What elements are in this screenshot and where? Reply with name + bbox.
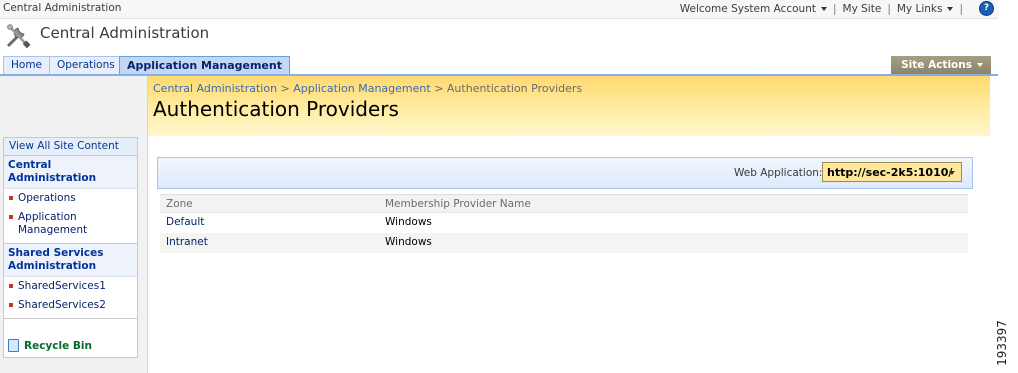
chevron-down-icon [947,6,954,11]
provider-name: Windows [385,236,432,248]
page-title: Authentication Providers [153,97,399,121]
authentication-providers-table: Zone Membership Provider Name Default Wi… [160,194,968,253]
web-application-toolbar: Web Application: http://sec-2k5:1010/ [157,157,973,189]
breadcrumb-current: Authentication Providers [446,82,583,95]
tab-home[interactable]: Home [3,56,51,74]
web-application-label: Web Application: [734,167,823,179]
zone-link[interactable]: Intranet [166,236,208,248]
table-header: Zone Membership Provider Name [160,194,968,213]
figure-id-container: 193397 [994,320,1016,370]
welcome-label: Welcome System Account [679,2,816,15]
chevron-down-icon [949,171,955,175]
nav-item-application-management[interactable]: Application Management [4,208,137,240]
breadcrumb: Central Administration > Application Man… [153,82,582,95]
nav-heading-shared-services[interactable]: Shared Services Administration [4,244,137,277]
quick-launch: View All Site Content Central Administra… [0,76,148,373]
nav-item-sharedservices1[interactable]: SharedServices1 [4,277,137,296]
help-icon[interactable]: ? [979,1,994,16]
site-actions-button[interactable]: Site Actions [891,56,991,74]
view-all-site-content-link[interactable]: View All Site Content [4,138,137,156]
chevron-down-icon [820,6,827,11]
recycle-bin-icon [8,339,19,352]
nav-item-operations[interactable]: Operations [4,189,137,208]
breadcrumb-application-management[interactable]: Application Management [293,82,430,95]
my-site-link[interactable]: My Site [843,3,882,15]
top-bar: Central Administration Welcome System Ac… [0,0,998,19]
provider-name: Windows [385,216,432,228]
nav-item-sharedservices2[interactable]: SharedServices2 [4,296,137,315]
page-header-band: Central Administration > Application Man… [148,76,990,136]
separator: | [959,2,963,15]
tab-operations[interactable]: Operations [49,56,123,74]
web-application-value: http://sec-2k5:1010/ [827,166,953,179]
site-name-link[interactable]: Central Administration [3,2,121,14]
breadcrumb-separator: > [280,82,290,95]
breadcrumb-separator: > [434,82,444,95]
site-header: Central Administration [0,19,998,55]
web-application-selector[interactable]: http://sec-2k5:1010/ [822,162,962,182]
recycle-bin-label: Recycle Bin [24,339,92,352]
zone-link[interactable]: Default [166,216,204,228]
top-links: Welcome System Account | My Site | My Li… [680,1,994,16]
my-links-label: My Links [896,2,943,15]
separator: | [832,2,837,15]
nav-heading-central-administration[interactable]: Central Administration [4,156,137,189]
recycle-bin-link[interactable]: Recycle Bin [8,339,92,352]
nav-group-shared-services: Shared Services Administration SharedSer… [4,244,137,319]
chevron-down-icon [977,63,983,67]
nav-group-central-administration: Central Administration Operations Applic… [4,156,137,244]
site-actions-label: Site Actions [901,59,972,71]
quick-launch-box: View All Site Content Central Administra… [3,137,138,358]
figure-id: 193397 [994,320,1009,366]
table-row: Default Windows [160,213,968,233]
column-header-provider: Membership Provider Name [385,198,531,210]
table-row: Intranet Windows [160,233,968,253]
separator: | [887,2,891,15]
tools-icon [6,24,31,49]
site-title[interactable]: Central Administration [40,24,209,42]
tab-application-management[interactable]: Application Management [119,56,290,74]
welcome-menu[interactable]: Welcome System Account [680,3,827,15]
breadcrumb-central-administration[interactable]: Central Administration [153,82,277,95]
top-nav-tabs: Home Operations Application Management S… [0,56,998,76]
my-links-menu[interactable]: My Links [897,3,954,15]
column-header-zone: Zone [166,198,193,210]
